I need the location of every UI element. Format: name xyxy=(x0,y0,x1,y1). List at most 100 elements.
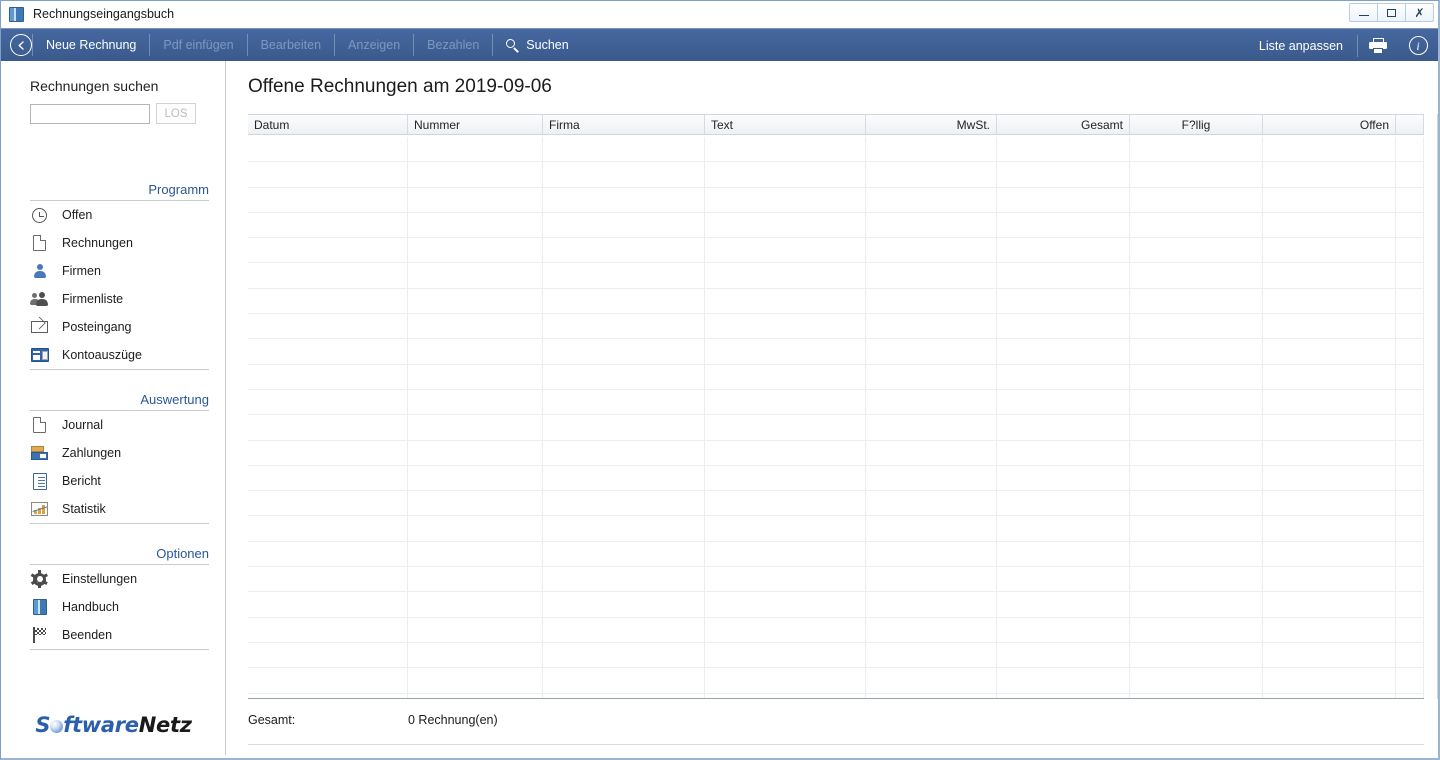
grid-column-header-offen[interactable]: Offen xyxy=(1263,115,1396,134)
table-row[interactable] xyxy=(248,187,1424,213)
toolbar-label: Suchen xyxy=(526,38,569,52)
table-row[interactable] xyxy=(248,440,1424,466)
table-cell-faellig xyxy=(1130,465,1263,491)
table-row[interactable] xyxy=(248,642,1424,669)
search-icon xyxy=(506,38,520,53)
invoices-grid: Datum Nummer Firma Text MwSt. Gesamt F?llig Off… xyxy=(248,114,1424,699)
sidebar-item-label: Bericht xyxy=(62,474,101,488)
sidebar-item-kontoauszuege[interactable]: Kontoauszüge xyxy=(30,341,209,369)
toolbar-item-neue-rechnung[interactable]: Neue Rechnung xyxy=(33,29,149,62)
table-cell-offen xyxy=(1263,238,1396,263)
table-cell-faellig xyxy=(1130,364,1263,389)
table-cell-nummer xyxy=(408,465,543,491)
grid-column-header-nummer[interactable]: Nummer xyxy=(408,115,543,134)
table-row[interactable] xyxy=(248,491,1424,517)
back-button[interactable] xyxy=(10,34,32,56)
table-cell-datum xyxy=(248,491,408,516)
toolbar-item-bearbeiten[interactable]: Bearbeiten xyxy=(248,29,334,62)
table-row[interactable] xyxy=(248,415,1424,441)
table-row[interactable] xyxy=(248,541,1424,568)
table-cell-datum xyxy=(248,339,408,364)
table-row[interactable] xyxy=(248,592,1424,618)
table-cell-text xyxy=(705,314,866,339)
table-cell-gesamt xyxy=(997,592,1130,617)
table-cell-offen xyxy=(1263,440,1396,465)
sidebar-item-bericht[interactable]: Bericht xyxy=(30,467,209,495)
sidebar-item-handbuch[interactable]: Handbuch xyxy=(30,593,209,621)
table-cell-faellig xyxy=(1130,415,1263,440)
maximize-button[interactable] xyxy=(1377,3,1406,22)
table-cell-offen xyxy=(1263,491,1396,516)
table-cell-mwst xyxy=(866,592,997,617)
grid-body[interactable] xyxy=(248,137,1424,699)
table-row[interactable] xyxy=(248,288,1424,315)
table-cell-gesamt xyxy=(997,491,1130,516)
grid-column-header-faellig[interactable]: F?llig xyxy=(1130,115,1263,134)
toolbar-item-anzeigen[interactable]: Anzeigen xyxy=(335,29,413,62)
table-cell-gesamt xyxy=(997,415,1130,440)
grid-column-header-firma[interactable]: Firma xyxy=(543,115,705,134)
sidebar-item-posteingang[interactable]: Posteingang xyxy=(30,313,209,341)
table-cell-datum xyxy=(248,693,408,698)
minimize-button[interactable] xyxy=(1349,3,1378,22)
table-cell-gesamt xyxy=(997,567,1130,592)
sidebar-item-offen[interactable]: Offen xyxy=(30,201,209,229)
table-cell-firma xyxy=(543,187,705,212)
table-row[interactable] xyxy=(248,389,1424,416)
sidebar-item-statistik[interactable]: Statistik xyxy=(30,495,209,523)
table-row[interactable] xyxy=(248,212,1424,239)
search-go-button[interactable]: LOS xyxy=(156,103,196,124)
table-row[interactable] xyxy=(248,263,1424,289)
table-cell-gesamt xyxy=(997,339,1130,364)
close-button[interactable]: ✗ xyxy=(1405,3,1434,22)
table-cell-mwst xyxy=(866,668,997,693)
table-row[interactable] xyxy=(248,693,1424,698)
sidebar-item-beenden[interactable]: Beenden xyxy=(30,621,209,649)
table-cell-datum xyxy=(248,314,408,339)
grid-column-header-gesamt[interactable]: Gesamt xyxy=(997,115,1130,134)
grid-column-header-spare[interactable] xyxy=(1396,115,1424,134)
toolbar-item-bezahlen[interactable]: Bezahlen xyxy=(414,29,492,62)
table-row[interactable] xyxy=(248,364,1424,390)
toolbar-item-pdf-einfuegen[interactable]: Pdf einfügen xyxy=(150,29,246,62)
table-row[interactable] xyxy=(248,668,1424,694)
table-row[interactable] xyxy=(248,314,1424,340)
table-cell-nummer xyxy=(408,339,543,364)
grid-column-header-datum[interactable]: Datum xyxy=(248,115,408,134)
table-cell-datum xyxy=(248,668,408,693)
print-button[interactable] xyxy=(1358,29,1398,62)
sidebar-item-zahlungen[interactable]: Zahlungen xyxy=(30,439,209,467)
table-row[interactable] xyxy=(248,238,1424,264)
table-cell-datum xyxy=(248,415,408,440)
table-row[interactable] xyxy=(248,339,1424,365)
sidebar-item-firmenliste[interactable]: Firmenliste xyxy=(29,285,209,313)
table-cell-gesamt xyxy=(997,263,1130,288)
sidebar-item-journal[interactable]: Journal xyxy=(30,411,209,439)
table-cell-text xyxy=(705,415,866,440)
table-cell-firma xyxy=(543,415,705,440)
table-row[interactable] xyxy=(248,567,1424,593)
table-cell-firma xyxy=(543,389,705,415)
table-cell-firma xyxy=(543,491,705,516)
customize-list-button[interactable]: Liste anpassen xyxy=(1245,39,1357,53)
grid-column-header-text[interactable]: Text xyxy=(705,115,866,134)
toolbar-label: Bezahlen xyxy=(427,38,480,52)
sidebar-item-firmen[interactable]: Firmen xyxy=(30,257,209,285)
search-row: LOS xyxy=(30,103,225,124)
table-row[interactable] xyxy=(248,516,1424,542)
sidebar-item-einstellungen[interactable]: Einstellungen xyxy=(30,565,209,593)
table-cell-faellig xyxy=(1130,288,1263,314)
grid-column-header-mwst[interactable]: MwSt. xyxy=(866,115,997,134)
toolbar-item-suchen[interactable]: Suchen xyxy=(493,29,581,62)
table-row[interactable] xyxy=(248,162,1424,188)
table-cell-nummer xyxy=(408,187,543,212)
sidebar-item-rechnungen[interactable]: Rechnungen xyxy=(30,229,209,257)
table-cell-faellig xyxy=(1130,389,1263,415)
table-row[interactable] xyxy=(248,465,1424,492)
info-button[interactable]: i xyxy=(1398,29,1438,62)
table-cell-text xyxy=(705,693,866,698)
logo-ball-icon xyxy=(50,720,64,733)
search-input[interactable] xyxy=(30,103,150,124)
table-row[interactable] xyxy=(248,137,1424,163)
table-row[interactable] xyxy=(248,617,1424,643)
